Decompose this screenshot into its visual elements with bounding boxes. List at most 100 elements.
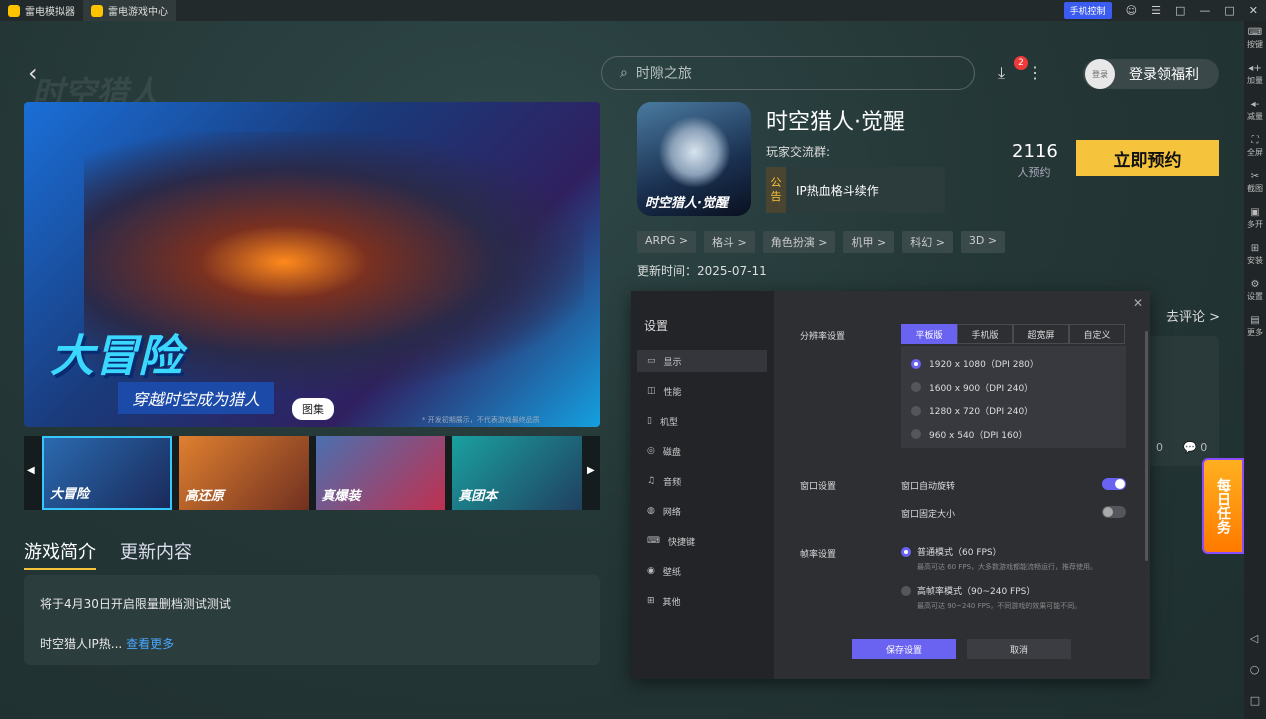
android-recents-icon[interactable]: □: [1250, 694, 1260, 707]
nav-label: 性能: [663, 387, 682, 398]
segment-tablet[interactable]: 平板版: [901, 324, 957, 344]
emulator-logo-icon: [8, 4, 20, 17]
daily-task-button[interactable]: 每日任务: [1202, 458, 1244, 554]
auto-rotate-label: 窗口自动旋转: [901, 482, 956, 492]
thumbnail[interactable]: 大冒险: [42, 436, 172, 510]
resolution-label: 分辨率设置: [800, 332, 846, 342]
multi-instance-icon: ▣: [1250, 207, 1260, 218]
minimize-to-tray-icon[interactable]: □: [1175, 4, 1185, 17]
network-icon: ◍: [647, 506, 655, 516]
thumbnail-next-icon[interactable]: ▶: [587, 465, 595, 476]
reserve-count: 2116: [1012, 141, 1058, 162]
maximize-icon[interactable]: □: [1224, 4, 1234, 17]
notice-card[interactable]: 公告 IP热血格斗续作: [766, 167, 945, 213]
sidebar-item-volume-up[interactable]: ◂+ 加量: [1247, 63, 1263, 93]
fps-normal-option[interactable]: 普通模式（60 FPS） 最高可达 60 FPS，大多数游戏都能流畅运行，推荐使…: [901, 545, 1097, 572]
thumbnail[interactable]: 真团本: [452, 436, 582, 510]
radio-icon: [911, 405, 921, 416]
comment-icon[interactable]: 💬 0: [1183, 441, 1207, 454]
tag-item[interactable]: 机甲 >: [843, 231, 895, 253]
tab-game-center[interactable]: 雷电游戏中心: [83, 0, 176, 21]
sidebar-item-label: 更多: [1247, 328, 1263, 337]
login-button[interactable]: 登录 登录领福利: [1083, 59, 1219, 89]
player-group-label: 玩家交流群:: [766, 145, 831, 159]
resolution-option[interactable]: 1280 x 720（DPI 240）: [911, 399, 1116, 423]
sidebar-item-install[interactable]: ⊞ 安装: [1247, 243, 1263, 273]
android-home-icon[interactable]: ○: [1250, 663, 1260, 676]
thumbnail-prev-icon[interactable]: ◀: [27, 465, 35, 476]
tab-intro[interactable]: 游戏简介: [24, 538, 96, 570]
tag-item[interactable]: ARPG >: [637, 231, 697, 253]
tag-item[interactable]: 3D >: [960, 231, 1006, 253]
audio-icon: ♫: [647, 476, 656, 486]
thumbnail[interactable]: 真爆装: [315, 436, 446, 510]
segment-ultrawide[interactable]: 超宽屏: [1013, 324, 1069, 344]
nav-other[interactable]: ⊞ 其他: [637, 590, 767, 612]
radio-selected-icon: [911, 358, 921, 369]
nav-disk[interactable]: ◎ 磁盘: [637, 440, 767, 462]
menu-icon[interactable]: ☰: [1151, 4, 1161, 17]
sidebar-item-volume-down[interactable]: ◂- 减量: [1247, 99, 1263, 129]
segment-custom[interactable]: 自定义: [1069, 324, 1125, 344]
auto-rotate-toggle[interactable]: [1102, 478, 1126, 490]
see-more-link[interactable]: 查看更多: [126, 637, 174, 651]
description-box: 将于4月30日开启限量删档测试测试 时空猎人IP热... 查看更多: [24, 575, 600, 665]
reserve-button[interactable]: 立即预约: [1076, 140, 1219, 176]
sidebar-item-settings[interactable]: ⚙ 设置: [1247, 279, 1263, 309]
tag-item[interactable]: 角色扮演 >: [762, 231, 836, 253]
user-icon[interactable]: ☺: [1126, 4, 1137, 17]
write-review-link[interactable]: 去评论 >: [1166, 306, 1220, 325]
search-input[interactable]: ⌕ 时隙之旅: [601, 56, 975, 90]
hero-banner[interactable]: 大冒险 穿越时空成为猎人 图集 * 开发初期展示，不代表游戏最终品质: [24, 102, 600, 427]
cancel-button[interactable]: 取消: [967, 639, 1071, 659]
fullscreen-icon: ⛶: [1251, 135, 1259, 146]
gallery-button[interactable]: 图集: [292, 398, 334, 420]
nav-model[interactable]: ▯ 机型: [637, 410, 767, 432]
minimize-icon[interactable]: —: [1199, 4, 1210, 17]
more-vertical-icon[interactable]: ⋮: [1027, 63, 1043, 83]
sidebar-item-multi[interactable]: ▣ 多开: [1247, 207, 1263, 237]
close-icon[interactable]: ✕: [1133, 296, 1143, 310]
settings-scrollbar[interactable]: [1145, 331, 1148, 561]
install-icon: ⊞: [1250, 243, 1260, 254]
tab-emulator[interactable]: 雷电模拟器: [0, 0, 83, 21]
radio-icon: [911, 382, 921, 393]
nav-performance[interactable]: ◫ 性能: [637, 380, 767, 402]
gear-icon: ⚙: [1250, 279, 1260, 290]
sidebar-item-label: 按键: [1247, 40, 1263, 49]
nav-audio[interactable]: ♫ 音频: [637, 470, 767, 492]
thumbnail-strip: 大冒险 高还原 真爆装 真团本: [24, 436, 600, 510]
nav-network[interactable]: ◍ 网络: [637, 500, 767, 522]
fixed-size-toggle[interactable]: [1102, 506, 1126, 518]
thumbnail[interactable]: 高还原: [178, 436, 309, 510]
android-back-icon[interactable]: ◁: [1250, 632, 1260, 645]
sidebar-item-screenshot[interactable]: ✂ 截图: [1247, 171, 1263, 201]
resolution-option[interactable]: 1600 x 900（DPI 240）: [911, 376, 1116, 400]
save-settings-button[interactable]: 保存设置: [852, 639, 956, 659]
nav-shortcuts[interactable]: ⌨ 快捷键: [637, 530, 767, 552]
resolution-option[interactable]: 960 x 540（DPI 160）: [911, 423, 1116, 447]
tag-item[interactable]: 科幻 >: [902, 231, 953, 253]
fps-high-option[interactable]: 高帧率模式（90~240 FPS） 最高可达 90~240 FPS，不同游戏的效…: [901, 584, 1081, 611]
radio-icon: [911, 429, 921, 440]
login-label: 登录领福利: [1129, 67, 1199, 83]
wolf-artwork: [657, 117, 732, 187]
nav-display[interactable]: ▭ 显示: [637, 350, 767, 372]
segment-phone[interactable]: 手机版: [957, 324, 1013, 344]
like-count: 0: [1156, 441, 1163, 454]
tab-updates[interactable]: 更新内容: [120, 538, 192, 570]
keyboard-icon: ⌨: [647, 536, 660, 546]
sidebar-item-fullscreen[interactable]: ⛶ 全屏: [1247, 135, 1263, 165]
sidebar-item-keys[interactable]: ⌨ 按键: [1247, 27, 1263, 57]
nav-wallpaper[interactable]: ◉ 壁纸: [637, 560, 767, 582]
fps-label: 帧率设置: [800, 550, 837, 560]
close-icon[interactable]: ✕: [1249, 4, 1258, 17]
sidebar-item-more[interactable]: ▤ 更多: [1247, 315, 1263, 345]
game-app-icon: 时空猎人·觉醒: [637, 102, 751, 216]
resolution-option[interactable]: 1920 x 1080（DPI 280）: [911, 352, 1116, 376]
tab-label: 雷电游戏中心: [108, 7, 168, 18]
performance-icon: ◫: [647, 386, 656, 396]
download-icon[interactable]: ⤓: [998, 63, 1005, 83]
phone-control-button[interactable]: 手机控制: [1063, 2, 1112, 19]
tag-item[interactable]: 格斗 >: [704, 231, 755, 253]
